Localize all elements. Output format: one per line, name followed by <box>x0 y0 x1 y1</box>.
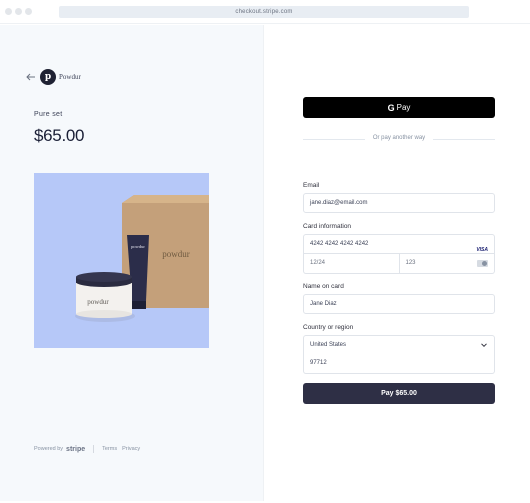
jar-brand-text: powdur <box>87 298 109 306</box>
window-zoom-dot[interactable] <box>25 8 32 15</box>
window-minimize-dot[interactable] <box>15 8 22 15</box>
back-arrow-icon[interactable] <box>26 73 36 81</box>
card-number-field[interactable]: 4242 4242 4242 4242 VISA <box>303 234 495 254</box>
cvc-card-icon <box>477 260 488 267</box>
chevron-down-icon <box>481 343 487 348</box>
card-number-value: 4242 4242 4242 4242 <box>310 241 369 247</box>
powered-by-footer: Powered by stripe Terms Privacy <box>34 445 145 453</box>
footer-separator <box>93 445 95 453</box>
zip-field[interactable]: 97712 <box>303 354 495 374</box>
google-pay-label: Pay <box>396 103 411 112</box>
product-image: powdur powdur powdur <box>34 173 209 348</box>
pay-button[interactable]: Pay $65.00 <box>303 383 495 404</box>
order-summary-panel: p Powdur Pure set $65.00 powdur powdur p… <box>0 25 264 501</box>
tube-brand-text: powdur <box>131 244 145 249</box>
email-label: Email <box>303 182 320 189</box>
window-close-dot[interactable] <box>5 8 12 15</box>
browser-chrome: checkout.stripe.com <box>0 0 530 24</box>
or-divider-text: Or pay another way <box>372 135 426 141</box>
email-field[interactable]: jane.diaz@email.com <box>303 193 495 213</box>
powered-by-label: Powered by <box>34 446 64 452</box>
terms-link[interactable]: Terms <box>102 446 117 452</box>
google-g-icon: G <box>387 102 395 113</box>
card-expiry-cvc-row: 12/24 123 <box>303 254 495 274</box>
product-price: $65.00 <box>34 126 85 145</box>
product-name: Pure set <box>34 111 63 118</box>
merchant-logo[interactable]: p <box>40 69 56 85</box>
box-brand-text: powdur <box>162 249 190 259</box>
name-on-card-field[interactable]: Jane Diaz <box>303 294 495 314</box>
stripe-logo[interactable]: stripe <box>66 446 85 453</box>
merchant-name: Powdur <box>59 73 81 81</box>
country-region-label: Country or region <box>303 324 354 331</box>
privacy-link[interactable]: Privacy <box>122 446 140 452</box>
name-on-card-label: Name on card <box>303 283 344 290</box>
google-pay-button[interactable]: G Pay <box>303 97 495 118</box>
country-select[interactable]: United States <box>303 335 495 355</box>
cvc-value: 123 <box>405 260 416 266</box>
expiry-field[interactable]: 12/24 <box>303 254 400 274</box>
url-bar[interactable]: checkout.stripe.com <box>59 6 469 18</box>
or-divider: Or pay another way <box>303 134 495 144</box>
card-information-label: Card information <box>303 223 352 230</box>
cvc-field[interactable]: 123 <box>399 254 495 274</box>
country-value: United States <box>310 342 347 348</box>
